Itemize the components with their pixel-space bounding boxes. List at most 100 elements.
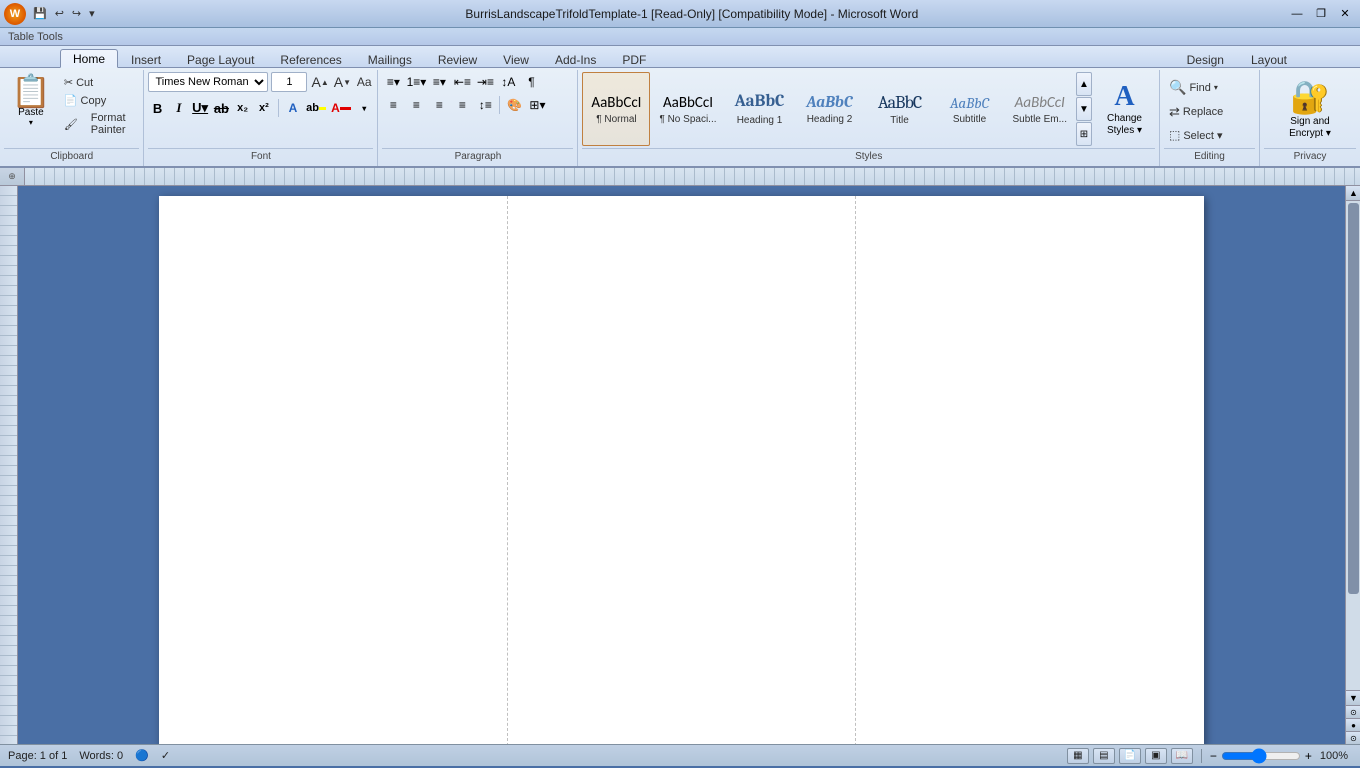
- change-styles-section: A ChangeStyles ▾: [1094, 72, 1155, 146]
- style-title-label: Title: [890, 115, 909, 126]
- vertical-scrollbar: ▲ ▼ ⊙ ● ⊙: [1345, 186, 1360, 744]
- tab-layout[interactable]: Layout: [1238, 50, 1300, 68]
- prev-page-button[interactable]: ⊙: [1346, 705, 1360, 718]
- decrease-indent-btn[interactable]: ⇤≡: [451, 72, 473, 92]
- styles-label: Styles: [582, 148, 1155, 164]
- superscript-button[interactable]: x²: [255, 97, 273, 119]
- italic-button[interactable]: I: [170, 97, 188, 119]
- bullets-button[interactable]: ≡▾: [382, 72, 404, 92]
- tab-mailings[interactable]: Mailings: [355, 50, 425, 68]
- close-button[interactable]: ✕: [1334, 5, 1356, 23]
- view-web-btn[interactable]: ▤: [1093, 748, 1115, 764]
- font-color-dropdown[interactable]: ▾: [355, 97, 373, 119]
- page-column-3[interactable]: [856, 196, 1204, 744]
- borders-btn[interactable]: ⊞▾: [526, 95, 548, 115]
- font-family-select[interactable]: Times New Roman: [148, 72, 268, 92]
- format-painter-button[interactable]: 🖌 Format Painter: [60, 110, 140, 138]
- tab-references[interactable]: References: [267, 50, 354, 68]
- select-label: Select ▾: [1183, 129, 1222, 142]
- view-outline-btn[interactable]: ▣: [1145, 748, 1167, 764]
- style-heading2[interactable]: AaBbC Heading 2: [796, 72, 864, 146]
- separator: [278, 99, 279, 117]
- replace-icon: ⇄: [1169, 104, 1180, 120]
- zoom-out-button[interactable]: −: [1210, 749, 1217, 763]
- select-button[interactable]: ⬚ Select ▾: [1164, 125, 1255, 145]
- multilevel-list-btn[interactable]: ≡▾: [428, 72, 450, 92]
- gallery-down-btn[interactable]: ▼: [1076, 97, 1092, 121]
- zoom-slider[interactable]: [1221, 750, 1301, 762]
- style-heading1[interactable]: AaBbC Heading 1: [726, 72, 794, 146]
- line-spacing-btn[interactable]: ↕≡: [474, 95, 496, 115]
- tab-home[interactable]: Home: [60, 49, 118, 68]
- editing-label: Editing: [1164, 148, 1255, 164]
- shading-btn[interactable]: 🎨: [503, 95, 525, 115]
- office-logo-icon[interactable]: W: [4, 3, 26, 25]
- redo-quick-btn[interactable]: ↪: [69, 5, 84, 22]
- cut-button[interactable]: ✂ Cut: [60, 74, 140, 91]
- save-quick-btn[interactable]: 💾: [30, 5, 50, 22]
- align-left-btn[interactable]: ≡: [382, 95, 404, 115]
- style-title[interactable]: AaBbC Title: [866, 72, 934, 146]
- title-bar: W 💾 ↩ ↪ ▾ BurrisLandscapeTrifoldTemplate…: [0, 0, 1360, 28]
- tab-view[interactable]: View: [490, 50, 542, 68]
- sort-btn[interactable]: ↕A: [497, 72, 519, 92]
- align-right-btn[interactable]: ≡: [428, 95, 450, 115]
- page-column-1[interactable]: [159, 196, 508, 744]
- font-size-input[interactable]: [271, 72, 307, 92]
- gallery-up-btn[interactable]: ▲: [1076, 72, 1092, 96]
- underline-button[interactable]: U▾: [191, 97, 209, 119]
- strikethrough-button[interactable]: ab: [212, 97, 230, 119]
- language-indicator[interactable]: 🔵: [135, 749, 149, 762]
- scroll-thumb[interactable]: [1348, 203, 1359, 594]
- text-effects-btn[interactable]: A: [284, 97, 302, 119]
- style-normal[interactable]: AaBbCcI ¶ Normal: [582, 72, 650, 146]
- page-column-2[interactable]: [508, 196, 857, 744]
- ruler-corner[interactable]: ⊕: [0, 168, 25, 186]
- change-styles-button[interactable]: A ChangeStyles ▾: [1100, 76, 1149, 142]
- format-painter-label: Format Painter: [81, 112, 136, 136]
- zoom-in-button[interactable]: +: [1305, 749, 1312, 763]
- title-bar-left: W 💾 ↩ ↪ ▾: [4, 3, 98, 25]
- tab-add-ins[interactable]: Add-Ins: [542, 50, 609, 68]
- view-reading-btn[interactable]: 📖: [1171, 748, 1193, 764]
- paste-button[interactable]: 📋 Paste ▾: [4, 72, 58, 130]
- justify-btn[interactable]: ≡: [451, 95, 473, 115]
- replace-label: Replace: [1183, 106, 1223, 118]
- quick-access-dropdown[interactable]: ▾: [86, 5, 98, 22]
- select-browse-button[interactable]: ●: [1346, 718, 1360, 731]
- subscript-button[interactable]: x₂: [234, 97, 252, 119]
- align-center-btn[interactable]: ≡: [405, 95, 427, 115]
- view-print-btn[interactable]: 📄: [1119, 748, 1141, 764]
- text-highlight-btn[interactable]: ab: [305, 97, 327, 119]
- tab-design[interactable]: Design: [1174, 50, 1237, 68]
- increase-indent-btn[interactable]: ⇥≡: [474, 72, 496, 92]
- copy-button[interactable]: 📄 Copy: [60, 92, 140, 109]
- replace-button[interactable]: ⇄ Replace: [1164, 101, 1255, 123]
- bold-button[interactable]: B: [148, 97, 166, 119]
- font-size-increase-btn[interactable]: A▲: [310, 72, 329, 92]
- style-subtle-emphasis[interactable]: AaBbCcI Subtle Em...: [1006, 72, 1074, 146]
- font-color-btn[interactable]: A: [330, 97, 352, 119]
- show-formatting-btn[interactable]: ¶: [520, 72, 542, 92]
- undo-quick-btn[interactable]: ↩: [52, 5, 67, 22]
- numbering-button[interactable]: 1≡▾: [405, 72, 427, 92]
- font-size-decrease-btn[interactable]: A▼: [333, 72, 352, 92]
- scroll-down-button[interactable]: ▼: [1346, 690, 1360, 705]
- tab-insert[interactable]: Insert: [118, 50, 174, 68]
- tab-pdf[interactable]: PDF: [609, 50, 659, 68]
- style-subtitle[interactable]: AaBbC Subtitle: [936, 72, 1004, 146]
- tab-review[interactable]: Review: [425, 50, 490, 68]
- view-normal-btn[interactable]: ▦: [1067, 748, 1089, 764]
- style-no-spacing[interactable]: AaBbCcI ¶ No Spaci...: [652, 72, 723, 146]
- next-page-button[interactable]: ⊙: [1346, 731, 1360, 744]
- style-no-spacing-preview: AaBbCcI: [663, 94, 713, 112]
- gallery-more-btn[interactable]: ⊞: [1076, 122, 1092, 146]
- maximize-button[interactable]: ❐: [1310, 5, 1332, 23]
- minimize-button[interactable]: —: [1286, 5, 1308, 23]
- tab-page-layout[interactable]: Page Layout: [174, 50, 267, 68]
- scroll-up-button[interactable]: ▲: [1346, 186, 1360, 201]
- quick-access-toolbar: 💾 ↩ ↪ ▾: [30, 5, 98, 22]
- clear-formatting-btn[interactable]: Aa: [355, 72, 373, 92]
- sign-encrypt-button[interactable]: 🔐 Sign andEncrypt ▾: [1280, 73, 1340, 145]
- find-button[interactable]: 🔍 Find ▾: [1164, 76, 1255, 99]
